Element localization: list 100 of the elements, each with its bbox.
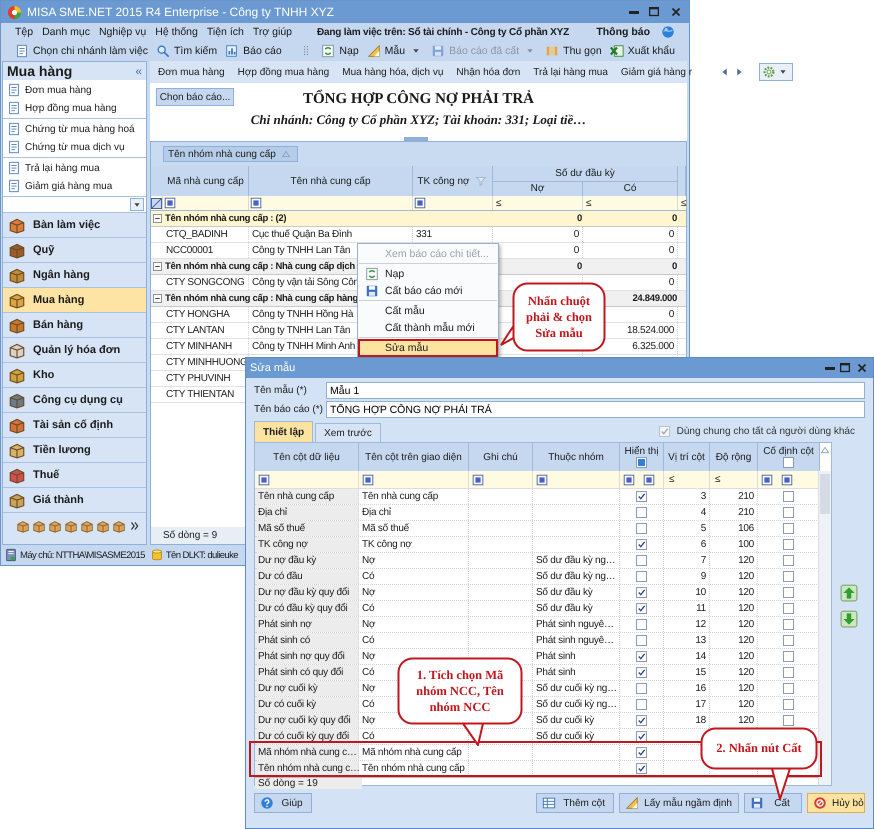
filter-operator[interactable]: ≤: [678, 198, 686, 208]
sidebar-item[interactable]: Đơn mua hàng: [3, 81, 146, 99]
toolbar-button[interactable]: Thu gọn: [545, 44, 602, 58]
tab[interactable]: Mua hàng hóa, dịch vụ: [342, 66, 444, 78]
toolbar-button[interactable]: Tìm kiếm: [156, 44, 218, 58]
filter-operator[interactable]: ≤: [583, 198, 592, 208]
table-cell: Nợ: [362, 555, 376, 566]
checkbox[interactable]: [636, 457, 647, 468]
collapse-icon[interactable]: [152, 214, 162, 223]
table-cell: 0: [574, 245, 579, 256]
menu-item[interactable]: Nghiệp vụ: [98, 26, 146, 38]
sidebar-item[interactable]: Trả lại hàng mua: [3, 159, 146, 177]
checkbox[interactable]: [636, 651, 647, 662]
splitter-handle[interactable]: [404, 137, 428, 141]
tab[interactable]: Hợp đồng mua hàng: [238, 66, 330, 78]
group-by-chip[interactable]: Tên nhóm nhà cung cấp: [163, 146, 298, 162]
checkbox[interactable]: [636, 667, 647, 678]
toolbar-button[interactable]: Nạp: [321, 44, 359, 58]
checkbox[interactable]: [636, 619, 647, 630]
table-cell: Phát sinh nợ: [258, 619, 312, 630]
collapse-icon[interactable]: [152, 262, 162, 271]
dropdown-button[interactable]: [130, 198, 144, 211]
notifications-link[interactable]: Thông báo: [596, 26, 650, 38]
checkbox[interactable]: [636, 763, 647, 774]
checkbox[interactable]: [783, 555, 794, 566]
menu-item[interactable]: Nạp: [359, 266, 497, 282]
checkbox[interactable]: [783, 587, 794, 598]
toolbar-button[interactable]: Xuất khẩu: [610, 44, 675, 58]
menu-item[interactable]: Cất báo cáo mới: [359, 282, 497, 301]
collapse-icon[interactable]: [152, 294, 162, 303]
checkbox[interactable]: [636, 491, 647, 502]
dialog-button[interactable]: Giúp: [254, 793, 312, 813]
collapse-button[interactable]: «: [135, 64, 142, 78]
checkbox[interactable]: [636, 587, 647, 598]
table-cell: CTY SONGCONG: [166, 277, 244, 288]
input-field[interactable]: Mẫu 1: [326, 382, 865, 399]
checkbox[interactable]: [636, 539, 647, 550]
toolbar-button[interactable]: Mẫu: [366, 44, 424, 58]
filter-operator[interactable]: ≤: [493, 198, 502, 208]
checkbox[interactable]: [783, 571, 794, 582]
filter-operator[interactable]: ≤: [712, 474, 720, 485]
tab[interactable]: Nhận hóa đơn: [456, 66, 520, 78]
checkbox[interactable]: [783, 651, 794, 662]
table-cell: 0: [668, 245, 674, 256]
menu-item[interactable]: Trợ giúp: [252, 26, 292, 38]
filter-operator[interactable]: ≤: [666, 474, 674, 485]
dialog-button[interactable]: Thêm cột: [536, 793, 614, 813]
move-up-button[interactable]: [840, 584, 858, 602]
sidebar-item[interactable]: Chứng từ mua hàng hoá: [3, 120, 146, 138]
checkbox[interactable]: [783, 635, 794, 646]
checkbox[interactable]: [636, 555, 647, 566]
menu-item[interactable]: Cất thành mẫu mới: [359, 319, 497, 338]
sidebar-item[interactable]: Giảm giá hàng mua: [3, 177, 146, 195]
checkbox[interactable]: [636, 699, 647, 710]
tab[interactable]: Xem trước: [315, 423, 381, 442]
checkbox[interactable]: [636, 635, 647, 646]
checkbox[interactable]: [636, 603, 647, 614]
checkbox[interactable]: [636, 731, 647, 742]
scrollbar[interactable]: [818, 471, 831, 785]
dialog-button[interactable]: Lấy mẫu ngầm định: [619, 793, 739, 813]
sidebar-item[interactable]: Chứng từ mua dịch vụ: [3, 138, 146, 156]
checkbox[interactable]: [636, 747, 647, 758]
toolbar-button[interactable]: Chọn chi nhánh làm việc: [15, 44, 148, 58]
checkbox[interactable]: [783, 667, 794, 678]
menu-item[interactable]: Tiện ích: [206, 26, 244, 38]
checkbox[interactable]: [783, 457, 794, 468]
checkbox[interactable]: [636, 507, 647, 518]
checkbox[interactable]: [783, 619, 794, 630]
menu-item[interactable]: Tệp: [15, 26, 34, 38]
checkbox[interactable]: [636, 571, 647, 582]
checkbox[interactable]: [636, 715, 647, 726]
filter-toggle-icon[interactable]: [151, 198, 162, 208]
checkbox[interactable]: [783, 603, 794, 614]
checkbox[interactable]: [783, 523, 794, 534]
box-icon: [7, 416, 27, 434]
settings-button[interactable]: [759, 63, 794, 81]
menu-item[interactable]: Sửa mẫu: [359, 340, 497, 356]
checkbox[interactable]: [783, 683, 794, 694]
dialog-button[interactable]: Cất: [744, 793, 802, 813]
checkbox[interactable]: [636, 523, 647, 534]
tab[interactable]: Giảm giá hàng r: [620, 66, 692, 78]
toolbar-button[interactable]: Báo cáo: [225, 44, 282, 58]
checkbox[interactable]: [783, 699, 794, 710]
checkbox[interactable]: [783, 491, 794, 502]
sidebar-item[interactable]: Hợp đồng mua hàng: [3, 99, 146, 117]
square-icon: [760, 472, 774, 486]
checkbox[interactable]: [636, 683, 647, 694]
checkbox[interactable]: [783, 539, 794, 550]
menu-item[interactable]: Cất mẫu: [359, 303, 497, 319]
menu-item[interactable]: Danh mục: [42, 26, 90, 38]
checkbox[interactable]: [783, 507, 794, 518]
checkbox[interactable]: [783, 715, 794, 726]
choose-report-button[interactable]: Chọn báo cáo...: [156, 88, 234, 106]
tab[interactable]: Trả lại hàng mua: [533, 66, 608, 78]
tab[interactable]: Đơn mua hàng: [158, 66, 225, 78]
menu-item[interactable]: Hệ thống: [155, 26, 198, 38]
move-down-button[interactable]: [840, 610, 858, 628]
tab[interactable]: Thiết lập: [254, 421, 314, 442]
module-button[interactable]: Mua hàng: [3, 287, 146, 312]
dialog-button[interactable]: Hủy bỏ: [807, 793, 865, 813]
